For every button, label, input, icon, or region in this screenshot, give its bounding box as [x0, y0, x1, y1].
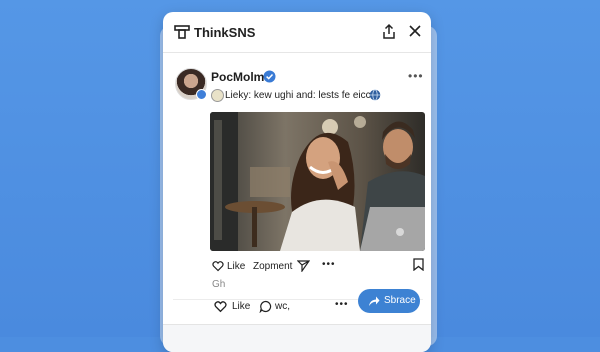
more-icon[interactable]: ••• [408, 69, 424, 83]
comment-icon[interactable] [259, 300, 272, 313]
bookmark-icon[interactable] [413, 258, 424, 271]
like-label[interactable]: Like [227, 261, 245, 272]
more-actions-icon[interactable]: ••• [322, 259, 336, 270]
author-name[interactable]: PocMolma [211, 70, 271, 84]
app-logo-icon [174, 25, 190, 39]
globe-icon [369, 89, 381, 101]
share-button[interactable]: Sbrace [358, 289, 420, 313]
footer-more-icon[interactable]: ••• [335, 299, 349, 310]
share-button-label: Sbrace [384, 295, 416, 306]
footer-comment-label[interactable]: wc, [275, 301, 290, 312]
send-icon[interactable] [297, 259, 310, 272]
share-icon[interactable] [380, 23, 398, 41]
footer-like-label[interactable]: Like [232, 301, 250, 312]
post-caption: Gh [212, 279, 226, 290]
post-photo[interactable] [210, 112, 425, 251]
comment-label[interactable]: Zopment [253, 261, 292, 272]
heart-icon[interactable] [212, 260, 224, 272]
title-bar: ThinkSNS [163, 12, 431, 53]
app-title: ThinkSNS [194, 25, 256, 40]
heart-icon[interactable] [214, 300, 227, 313]
verified-icon [263, 70, 276, 83]
location-icon [211, 89, 224, 102]
close-icon[interactable] [407, 23, 423, 39]
online-status-dot [196, 89, 207, 100]
next-post-preview [163, 324, 431, 352]
app-window: ThinkSNS PocMolma ••• Lieky: kew ughi an… [163, 12, 431, 352]
share-arrow-icon [369, 296, 380, 306]
post-subtitle: Lieky: kew ughi and: lests fe eicc [225, 90, 371, 101]
